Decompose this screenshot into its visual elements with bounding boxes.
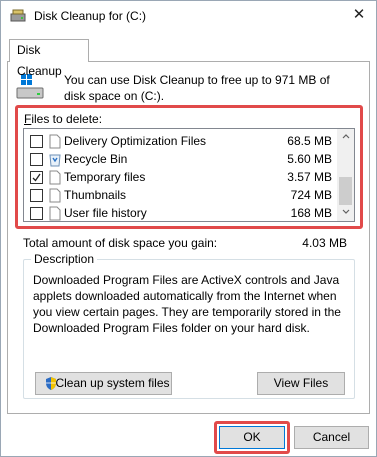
- file-size: 68.5 MB: [287, 134, 332, 148]
- file-size: 168 MB: [290, 206, 332, 220]
- description-text: Downloaded Program Files are ActiveX con…: [33, 273, 341, 335]
- total-space-label: Total amount of disk space you gain:: [23, 236, 218, 250]
- intro-text: You can use Disk Cleanup to free up to 9…: [64, 73, 330, 103]
- checkbox-temporary-files[interactable]: [30, 171, 43, 184]
- blank-file-icon: [48, 170, 62, 185]
- clean-up-system-files-label: Clean up system files: [55, 376, 170, 390]
- description-legend: Description: [31, 252, 98, 266]
- file-name: Temporary files: [64, 170, 146, 184]
- files-to-delete-label: Files to delete:: [24, 112, 102, 126]
- cancel-button[interactable]: Cancel: [294, 426, 369, 449]
- checkbox-user-file-history[interactable]: [30, 207, 43, 220]
- list-item-temporary-files[interactable]: Temporary files 3.57 MB: [24, 169, 338, 186]
- file-name: Delivery Optimization Files: [64, 134, 207, 148]
- checkbox-recycle-bin[interactable]: [30, 153, 43, 166]
- clean-up-system-files-button[interactable]: Clean up system files: [35, 372, 172, 395]
- scroll-down-arrow-icon[interactable]: [337, 205, 354, 221]
- disk-cleanup-window: Disk Cleanup for (C:) ✕ Disk Cleanup You…: [0, 0, 377, 457]
- close-button[interactable]: ✕: [348, 5, 370, 25]
- scroll-up-arrow-icon[interactable]: [337, 129, 354, 145]
- files-label-rest: iles to delete:: [31, 112, 103, 126]
- list-scrollbar[interactable]: [337, 129, 354, 221]
- file-name: User file history: [64, 206, 147, 220]
- disk-cleanup-icon: [10, 9, 26, 23]
- file-size: 5.60 MB: [287, 152, 332, 166]
- file-name: Recycle Bin: [64, 152, 128, 166]
- files-list[interactable]: Delivery Optimization Files 68.5 MB Recy…: [23, 128, 355, 222]
- file-size: 724 MB: [290, 188, 332, 202]
- list-item-delivery-optimization[interactable]: Delivery Optimization Files 68.5 MB: [24, 133, 338, 150]
- window-title: Disk Cleanup for (C:): [34, 9, 147, 23]
- scroll-thumb[interactable]: [339, 177, 352, 205]
- uac-shield-icon: [44, 376, 58, 391]
- list-item-recycle-bin[interactable]: Recycle Bin 5.60 MB: [24, 151, 338, 168]
- blank-file-icon: [48, 134, 62, 149]
- list-item-user-file-history[interactable]: User file history 168 MB: [24, 205, 338, 221]
- blank-file-icon: [48, 188, 62, 203]
- total-space-value: 4.03 MB: [302, 236, 347, 250]
- blank-file-icon: [48, 206, 62, 221]
- checkbox-thumbnails[interactable]: [30, 189, 43, 202]
- checkbox-delivery-optimization[interactable]: [30, 135, 43, 148]
- list-item-thumbnails[interactable]: Thumbnails 724 MB: [24, 187, 338, 204]
- file-size: 3.57 MB: [287, 170, 332, 184]
- recycle-bin-icon: [48, 152, 62, 167]
- ok-button[interactable]: OK: [219, 426, 285, 449]
- tab-disk-cleanup[interactable]: Disk Cleanup: [9, 39, 89, 78]
- title-bar: Disk Cleanup for (C:) ✕: [1, 1, 376, 31]
- view-files-button[interactable]: View Files: [257, 372, 345, 395]
- file-name: Thumbnails: [64, 188, 127, 202]
